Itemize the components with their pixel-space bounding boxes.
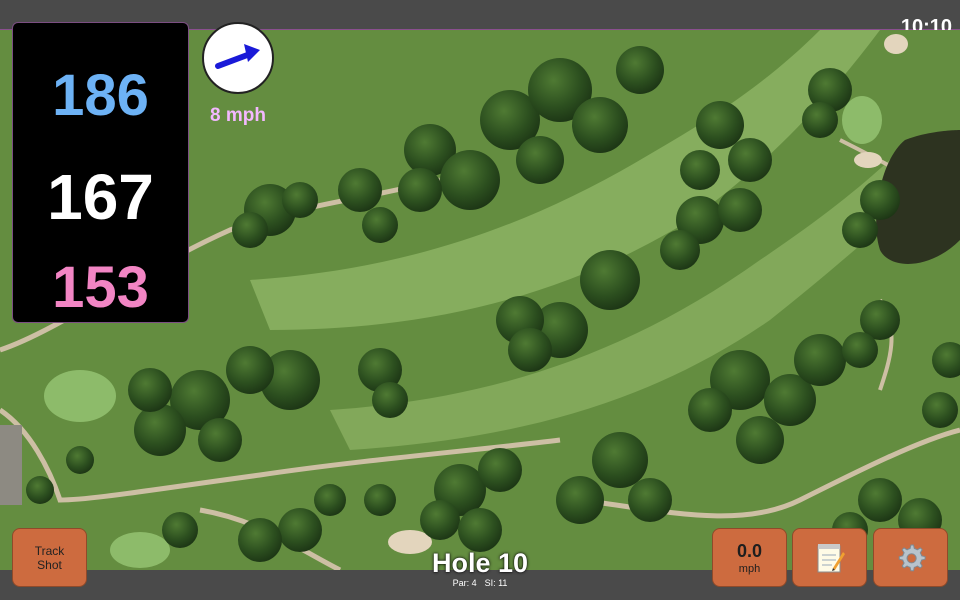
wind-indicator [202, 22, 274, 94]
gear-icon [898, 544, 926, 571]
wind-arrow-icon [215, 44, 260, 69]
track-shot-label-line2: Shot [37, 557, 62, 572]
front-yardage: 153 [52, 255, 149, 320]
yardage-panel: 186 167 153 [12, 22, 189, 323]
wind-speed: 8 mph [210, 105, 266, 126]
hole-si: SI: 11 [484, 578, 508, 588]
speed-value: 0.0 [736, 540, 763, 561]
hole-title: Hole 10 [431, 548, 529, 578]
settings-button[interactable] [873, 528, 948, 587]
notes-button[interactable] [792, 528, 867, 587]
track-shot-label-line1: Track [34, 543, 65, 558]
speed-button[interactable]: 0.0 mph [712, 528, 787, 587]
back-yardage: 186 [52, 63, 149, 128]
center-yardage: 167 [47, 161, 154, 233]
hole-info: Hole 10 Par: 4 SI: 11 [380, 548, 580, 588]
notepad-icon [817, 543, 845, 572]
hole-par: Par: 4 [452, 578, 477, 588]
hole-meta: Par: 4 SI: 11 [380, 578, 580, 588]
track-shot-button[interactable]: Track Shot [12, 528, 87, 587]
speed-unit: mph [738, 562, 761, 575]
